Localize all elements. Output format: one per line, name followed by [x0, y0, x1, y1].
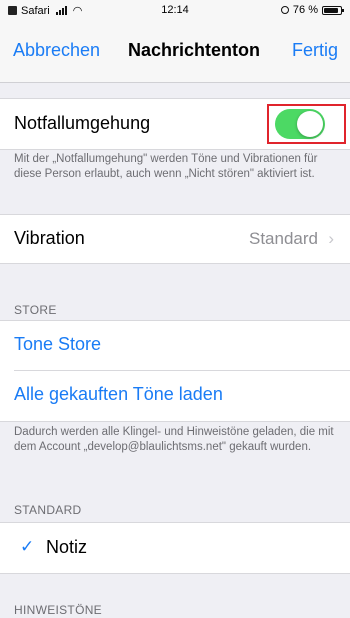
store-group: Tone Store Alle gekauften Töne laden — [0, 320, 350, 422]
emergency-bypass-label: Notfallumgehung — [14, 113, 151, 133]
vibration-cell[interactable]: Vibration Standard › — [0, 214, 350, 264]
store-section-header: STORE — [14, 303, 57, 317]
emergency-bypass-description: Mit der „Notfallumgehung" werden Töne un… — [14, 153, 318, 180]
vibration-value: Standard — [249, 229, 318, 248]
checkmark-icon: ✓ — [20, 537, 35, 556]
navigation-bar: Abbrechen Nachrichtenton Fertig — [0, 22, 350, 83]
status-bar-right: 76 % — [280, 4, 344, 16]
vibration-label: Vibration — [14, 228, 85, 248]
page-title: Nachrichtenton — [128, 40, 261, 60]
battery-percent: 76 % — [292, 4, 318, 16]
tone-store-link[interactable]: Tone Store — [14, 334, 101, 355]
battery-icon — [322, 5, 344, 15]
download-all-tones-link[interactable]: Alle gekauften Töne laden — [14, 384, 223, 405]
status-bar: Safari ◠ 12:14 76 % — [0, 0, 350, 22]
separator — [14, 370, 350, 371]
tone-item-notiz[interactable]: ✓ Notiz — [0, 522, 350, 574]
chevron-right-icon: › — [328, 229, 334, 248]
done-button[interactable]: Fertig — [292, 40, 338, 61]
alert-tones-section-header: HINWEISTÖNE — [14, 603, 102, 617]
tone-item-label: Notiz — [46, 537, 88, 557]
cancel-button[interactable]: Abbrechen — [13, 40, 100, 61]
store-footnote: Dadurch werden alle Klingel- und Hinweis… — [14, 426, 334, 453]
alarm-icon — [280, 6, 289, 14]
standard-section-header: STANDARD — [14, 503, 82, 517]
highlight-box — [267, 104, 346, 144]
